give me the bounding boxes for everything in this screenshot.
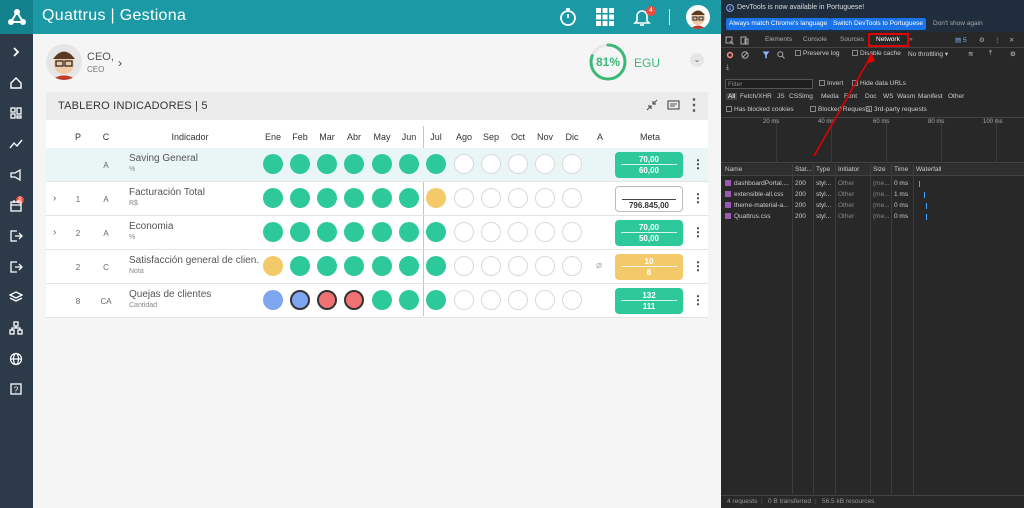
annotation-arrow (813, 52, 875, 157)
